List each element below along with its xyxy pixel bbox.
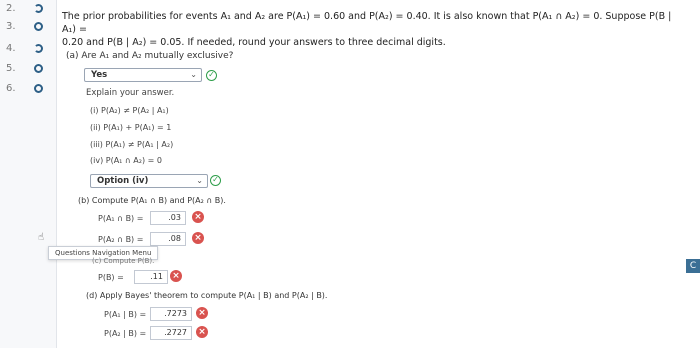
nav-item-number: 3. <box>6 21 16 32</box>
incorrect-x-icon: × <box>170 270 182 282</box>
mutually-exclusive-select[interactable]: Yes ⌄ <box>84 68 202 82</box>
progress-open-icon <box>34 22 43 31</box>
problem-text-line1: The prior probabilities for events A₁ an… <box>62 11 672 35</box>
chevron-down-icon: ⌄ <box>190 70 197 79</box>
progress-half-icon <box>34 44 43 53</box>
nav-item-number: 2. <box>6 3 16 14</box>
nav-item-5[interactable]: 5. <box>0 60 56 82</box>
nav-item-4[interactable]: 4. <box>0 40 56 62</box>
part-a-question: (a) Are A₁ and A₂ mutually exclusive? <box>66 51 234 61</box>
nav-item-3[interactable]: 3. <box>0 18 56 40</box>
correct-check-icon: ✓ <box>206 70 217 81</box>
p-b-label: P(B) = <box>98 273 124 282</box>
incorrect-x-icon: × <box>192 211 204 223</box>
p-a2-given-b-label: P(A₂ | B) = <box>104 329 147 338</box>
chevron-down-icon: ⌄ <box>196 176 203 185</box>
p-a2-given-b-input[interactable]: .2727 <box>150 326 192 340</box>
nav-item-number: 4. <box>6 43 16 54</box>
p-a2-and-b-label: P(A₂ ∩ B) = <box>98 235 144 244</box>
problem-statement: The prior probabilities for events A₁ an… <box>62 10 682 49</box>
nav-item-number: 6. <box>6 83 16 94</box>
incorrect-x-icon: × <box>196 307 208 319</box>
explanation-select[interactable]: Option (iv) ⌄ <box>90 174 208 188</box>
part-c-partial-header: (c) Compute P(B). <box>92 257 155 265</box>
question-nav-sidebar: 2. 3. 4. 5. 6. <box>0 0 57 348</box>
option-iv-text: (iv) P(A₁ ∩ A₂) = 0 <box>90 156 162 165</box>
select-value: Option (iv) <box>97 176 149 186</box>
p-b-input[interactable]: .11 <box>134 270 168 284</box>
problem-text-line2: 0.20 and P(B | A₂) = 0.05. If needed, ro… <box>62 37 446 48</box>
progress-half-icon <box>34 4 43 13</box>
nav-item-6[interactable]: 6. <box>0 80 56 102</box>
progress-open-icon <box>34 84 43 93</box>
option-iii-text: (iii) P(A₁) ≠ P(A₁ | A₂) <box>90 140 174 149</box>
p-a2-and-b-input[interactable]: .08 <box>150 232 186 246</box>
option-ii-text: (ii) P(A₁) + P(A₁) = 1 <box>90 123 172 132</box>
correct-check-icon: ✓ <box>210 175 221 186</box>
progress-open-icon <box>34 64 43 73</box>
incorrect-x-icon: × <box>192 232 204 244</box>
nav-item-number: 5. <box>6 63 16 74</box>
option-i-text: (i) P(A₂) ≠ P(A₂ | A₁) <box>90 106 169 115</box>
p-a1-and-b-input[interactable]: .03 <box>150 211 186 225</box>
select-value: Yes <box>91 70 108 80</box>
side-panel-tab[interactable]: C <box>686 259 700 273</box>
p-a1-given-b-input[interactable]: .7273 <box>150 307 192 321</box>
explain-label: Explain your answer. <box>86 88 175 98</box>
part-d-question: (d) Apply Bayes' theorem to compute P(A₁… <box>86 291 328 300</box>
p-a1-given-b-label: P(A₁ | B) = <box>104 310 147 319</box>
p-a1-and-b-label: P(A₁ ∩ B) = <box>98 214 144 223</box>
part-b-question: (b) Compute P(A₁ ∩ B) and P(A₂ ∩ B). <box>78 196 226 205</box>
hand-cursor-icon: ☝ <box>38 232 45 243</box>
incorrect-x-icon: × <box>196 326 208 338</box>
